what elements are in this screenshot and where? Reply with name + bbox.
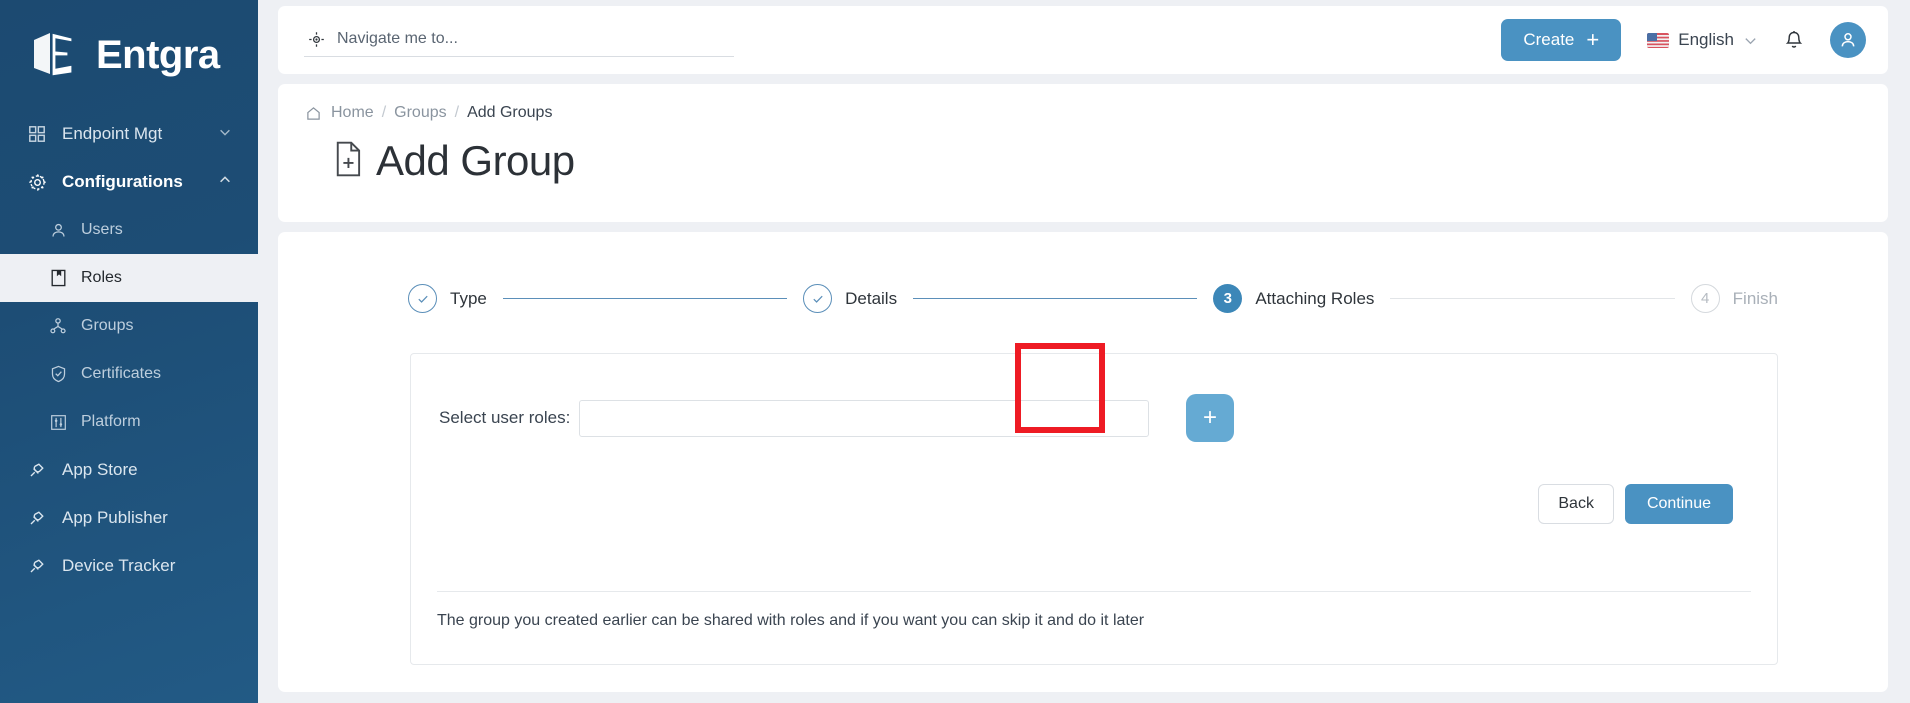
brand-name: Entgra	[96, 33, 220, 77]
step-number: 3	[1213, 284, 1243, 313]
step-details[interactable]: Details	[803, 284, 897, 313]
page-title: Add Group	[376, 137, 575, 184]
header-actions: Create + English	[1501, 19, 1866, 61]
step-label: Details	[845, 288, 898, 308]
back-button[interactable]: Back	[1538, 484, 1614, 524]
step-label: Type	[450, 288, 487, 308]
target-crosshair-icon	[308, 31, 325, 48]
sidebar-item-label: Groups	[81, 317, 134, 334]
breadcrumb-item-groups[interactable]: Groups	[394, 104, 446, 122]
form-action-buttons: Back Continue	[439, 484, 1749, 524]
search-input[interactable]	[337, 30, 732, 48]
sidebar: Entgra Endpoint Mgt Configurations Users…	[0, 0, 258, 703]
global-search[interactable]	[304, 23, 734, 57]
entgra-cube-logo-icon	[28, 28, 82, 82]
breadcrumb-item-add-groups: Add Groups	[467, 104, 553, 121]
group-nodes-icon	[48, 316, 68, 336]
grid-icon	[26, 123, 48, 145]
sidebar-item-label: Device Tracker	[62, 556, 176, 575]
add-role-button[interactable]: +	[1186, 394, 1234, 442]
notifications-button[interactable]	[1784, 30, 1804, 51]
sidebar-item-label: Roles	[81, 269, 122, 286]
chevron-up-icon	[218, 172, 240, 192]
select-user-roles-label: Select user roles:	[439, 408, 571, 427]
sidebar-item-label: Endpoint Mgt	[62, 124, 163, 143]
helper-text: The group you created earlier can be sha…	[437, 612, 1145, 629]
select-user-roles-input[interactable]	[579, 399, 1149, 437]
book-icon	[48, 268, 68, 288]
avatar[interactable]	[1830, 22, 1866, 58]
step-label: Finish	[1732, 288, 1779, 308]
top-header-bar: Create + English	[278, 6, 1888, 74]
create-button[interactable]: Create +	[1501, 19, 1622, 61]
plus-icon: +	[1586, 27, 1600, 52]
step-connector	[502, 298, 788, 299]
continue-button[interactable]: Continue	[1624, 484, 1733, 524]
brand-logo[interactable]: Entgra	[0, 0, 258, 110]
check-icon	[803, 284, 833, 313]
step-label: Attaching Roles	[1255, 288, 1375, 308]
file-plus-icon	[334, 141, 364, 182]
sidebar-item-app-store[interactable]: App Store	[0, 446, 258, 494]
step-attaching-roles[interactable]: 3 Attaching Roles	[1213, 284, 1374, 313]
shield-check-icon	[48, 364, 68, 384]
sidebar-item-endpoint-mgt[interactable]: Endpoint Mgt	[0, 110, 258, 158]
breadcrumb: Home / Groups / Add Groups	[306, 104, 1860, 122]
sidebar-item-groups[interactable]: Groups	[0, 302, 258, 350]
sliders-icon	[48, 412, 68, 432]
chevron-down-icon	[218, 124, 240, 144]
plug-icon	[26, 555, 48, 577]
sidebar-item-label: Users	[81, 221, 123, 238]
sidebar-item-roles[interactable]: Roles	[0, 254, 258, 302]
sidebar-item-label: Certificates	[81, 365, 162, 382]
sidebar-item-label: App Store	[62, 460, 138, 479]
breadcrumb-item-home[interactable]: Home	[331, 104, 374, 122]
attach-roles-form-panel: Select user roles: + Back Continue The g…	[410, 343, 1778, 665]
sidebar-item-label: Platform	[81, 413, 141, 430]
step-finish[interactable]: 4 Finish	[1690, 284, 1779, 313]
gear-icon	[26, 171, 48, 193]
select-user-roles-row: Select user roles: +	[439, 394, 1749, 442]
page-title-row: Add Group	[306, 140, 1860, 182]
language-label: English	[1678, 30, 1734, 49]
sidebar-item-certificates[interactable]: Certificates	[0, 350, 258, 398]
step-number: 4	[1690, 284, 1720, 313]
step-connector	[913, 298, 1198, 299]
chevron-down-icon	[1743, 33, 1758, 48]
language-selector[interactable]: English	[1647, 30, 1758, 50]
us-flag-icon	[1647, 32, 1670, 48]
page-title-card: Home / Groups / Add Groups Add Group	[278, 84, 1888, 222]
sidebar-item-device-tracker[interactable]: Device Tracker	[0, 542, 258, 590]
create-button-label: Create	[1523, 30, 1575, 49]
sidebar-item-label: App Publisher	[62, 508, 168, 527]
sidebar-item-label: Configurations	[62, 172, 183, 191]
step-connector	[1390, 298, 1675, 299]
sidebar-item-configurations[interactable]: Configurations	[0, 158, 258, 206]
breadcrumb-separator: /	[381, 104, 387, 121]
sidebar-item-platform[interactable]: Platform	[0, 398, 258, 446]
check-icon	[408, 284, 437, 313]
plug-icon	[26, 459, 48, 481]
home-icon	[306, 106, 321, 121]
sidebar-item-app-publisher[interactable]: App Publisher	[0, 494, 258, 542]
step-type[interactable]: Type	[408, 284, 487, 313]
breadcrumb-separator: /	[454, 104, 460, 121]
main-content-card: Type Details 3 Attaching Roles 4 Finish …	[278, 232, 1888, 692]
plug-icon	[26, 507, 48, 529]
wizard-stepper: Type Details 3 Attaching Roles 4 Finish	[408, 284, 1778, 313]
panel-divider	[437, 591, 1751, 592]
user-icon	[48, 220, 68, 240]
sidebar-item-users[interactable]: Users	[0, 206, 258, 254]
